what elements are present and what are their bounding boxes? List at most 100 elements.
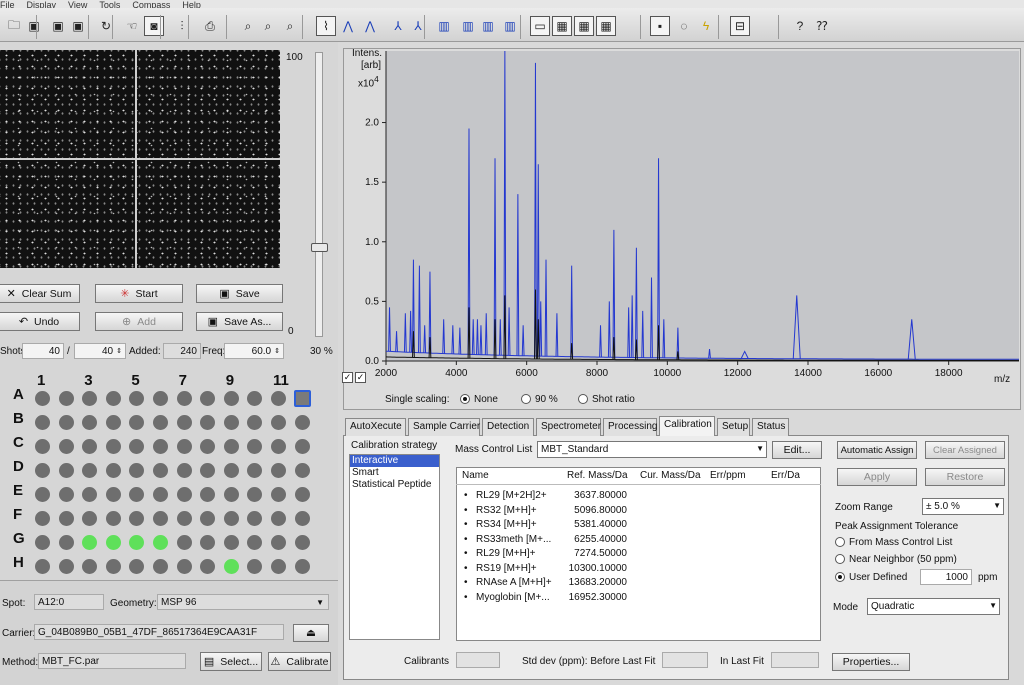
mass-control-list-select[interactable]: MBT_Standard ▼ xyxy=(537,441,767,458)
save-as-button[interactable]: ▣ Save As... xyxy=(196,312,283,331)
zoom-region-icon[interactable]: ⌕ xyxy=(258,16,278,36)
table-row[interactable]: • RL29 [M+H]+ 7274.50000 xyxy=(462,548,817,561)
restore-button[interactable]: Restore xyxy=(925,468,1005,486)
context-help-icon[interactable]: ⁇ xyxy=(812,16,832,36)
geometry-select[interactable]: MSP 96 ▼ xyxy=(157,594,329,610)
circle-icon[interactable]: ◌ xyxy=(674,16,694,36)
spot-icon[interactable]: ▪ xyxy=(650,16,670,36)
plate-well[interactable] xyxy=(223,391,239,406)
user-defined-tolerance-input[interactable]: 1000 xyxy=(920,569,972,585)
plate-well[interactable] xyxy=(35,559,50,574)
plate-well[interactable] xyxy=(223,439,239,454)
shots-total-stepper[interactable]: 40 ⇕ xyxy=(74,343,126,359)
eject-button[interactable]: ⏏ xyxy=(293,624,329,642)
undo-button[interactable]: ↶ Undo xyxy=(0,312,80,331)
open-icon[interactable]: 🗀 xyxy=(4,16,24,36)
plate-well[interactable] xyxy=(58,487,74,502)
tolerance-mcl-radio[interactable] xyxy=(835,537,845,547)
plate-well[interactable] xyxy=(176,391,192,406)
plate-well[interactable] xyxy=(35,439,50,454)
plate-well[interactable] xyxy=(153,487,168,502)
edit-button[interactable]: Edit... xyxy=(772,441,822,459)
plate-well[interactable] xyxy=(58,559,74,574)
plate-well[interactable] xyxy=(35,391,50,406)
window-d-icon[interactable]: ▦ xyxy=(596,16,616,36)
plate-well[interactable] xyxy=(294,415,310,430)
plate-well[interactable] xyxy=(153,415,168,430)
plate-well[interactable] xyxy=(271,511,286,526)
plate-well[interactable] xyxy=(105,415,121,430)
plate-well[interactable] xyxy=(271,559,286,574)
scaling-shot-ratio-radio[interactable] xyxy=(578,394,588,404)
bar-group-b-icon[interactable]: ▥ xyxy=(458,16,478,36)
tolerance-neighbor-radio[interactable] xyxy=(835,554,845,564)
bar-group-a-icon[interactable]: ▥ xyxy=(434,16,454,36)
tab-autoxecute[interactable]: AutoXecute xyxy=(345,418,406,436)
plate-well[interactable] xyxy=(176,415,192,430)
menu-tools[interactable]: Tools xyxy=(99,0,120,8)
tab-sample-carrier[interactable]: Sample Carrier xyxy=(408,418,480,436)
plate-well[interactable] xyxy=(153,559,168,574)
table-row[interactable]: • RS34 [M+H]+ 5381.40000 xyxy=(462,519,817,532)
overlay-checkbox-2[interactable]: ✓ xyxy=(355,372,366,383)
table-row[interactable]: • RS33meth [M+... 6255.40000 xyxy=(462,534,817,547)
tab-spectrometer[interactable]: Spectrometer xyxy=(536,418,601,436)
plate-well[interactable] xyxy=(223,415,239,430)
menu-view[interactable]: View xyxy=(68,0,87,8)
save-button[interactable]: ▣ Save xyxy=(196,284,283,303)
plate-well[interactable] xyxy=(105,487,121,502)
refresh-icon[interactable]: ↻ xyxy=(96,16,116,36)
plate-well[interactable] xyxy=(153,463,168,478)
plate-well[interactable] xyxy=(105,439,121,454)
table-header[interactable]: Ref. Mass/Da xyxy=(567,470,628,481)
zoom-range-select[interactable]: ± 5.0 % ▼ xyxy=(922,498,1004,515)
plate-well[interactable] xyxy=(271,463,286,478)
plate-well[interactable] xyxy=(294,559,310,574)
plate-well[interactable] xyxy=(153,535,168,550)
plate-well[interactable] xyxy=(105,463,121,478)
scaling-90-radio[interactable] xyxy=(521,394,531,404)
strategy-item[interactable]: Statistical Peptide xyxy=(350,479,439,491)
plate-well[interactable] xyxy=(176,439,192,454)
strategy-item[interactable]: Smart xyxy=(350,467,439,479)
plate-well[interactable] xyxy=(176,535,192,550)
menu-compass[interactable]: Compass xyxy=(132,0,170,8)
plate-well[interactable] xyxy=(58,415,74,430)
scaling-none-radio[interactable] xyxy=(460,394,470,404)
plate-well[interactable] xyxy=(105,511,121,526)
plate-well[interactable] xyxy=(35,535,50,550)
plate-well[interactable] xyxy=(223,487,239,502)
help-icon[interactable]: ? xyxy=(790,16,810,36)
plate-well[interactable] xyxy=(271,439,286,454)
tab-setup[interactable]: Setup xyxy=(717,418,750,436)
plate-well[interactable] xyxy=(294,487,310,502)
menu-file[interactable]: File xyxy=(0,0,15,8)
hand-icon[interactable]: ☜ xyxy=(122,16,142,36)
peak-icon[interactable]: ⋀ xyxy=(338,16,358,36)
clear-assigned-button[interactable]: Clear Assigned xyxy=(925,441,1005,459)
plate-well[interactable] xyxy=(58,391,74,406)
plate-well[interactable] xyxy=(153,391,168,406)
peak-plus-icon[interactable]: ⋀ xyxy=(360,16,380,36)
tolerance-user-radio[interactable] xyxy=(835,572,845,582)
plate-well[interactable] xyxy=(105,391,121,406)
plate-well[interactable] xyxy=(271,415,286,430)
calibration-strategy-list[interactable]: Interactive Smart Statistical Peptide xyxy=(349,454,440,640)
table-row[interactable]: • RS32 [M+H]+ 5096.80000 xyxy=(462,505,817,518)
plate-well[interactable] xyxy=(223,535,239,550)
plate-well[interactable] xyxy=(58,439,74,454)
plate-well[interactable] xyxy=(294,535,310,550)
camera-icon[interactable]: ◙ xyxy=(144,16,164,36)
plate-well[interactable] xyxy=(35,487,50,502)
table-row[interactable]: • RS19 [M+H]+ 10300.10000 xyxy=(462,563,817,576)
window-a-icon[interactable]: ▭ xyxy=(530,16,550,36)
window-b-icon[interactable]: ▦ xyxy=(552,16,572,36)
automatic-assign-button[interactable]: Automatic Assign xyxy=(837,441,917,459)
mode-select[interactable]: Quadratic ▼ xyxy=(867,598,1000,615)
window-c-icon[interactable]: ▦ xyxy=(574,16,594,36)
plate-well[interactable] xyxy=(271,391,286,406)
laser-power-slider-thumb[interactable] xyxy=(311,243,328,252)
calibrate-button[interactable]: ⚠ Calibrate xyxy=(268,652,331,671)
plate-well[interactable] xyxy=(35,415,50,430)
table-header[interactable]: Err/ppm xyxy=(710,470,746,481)
